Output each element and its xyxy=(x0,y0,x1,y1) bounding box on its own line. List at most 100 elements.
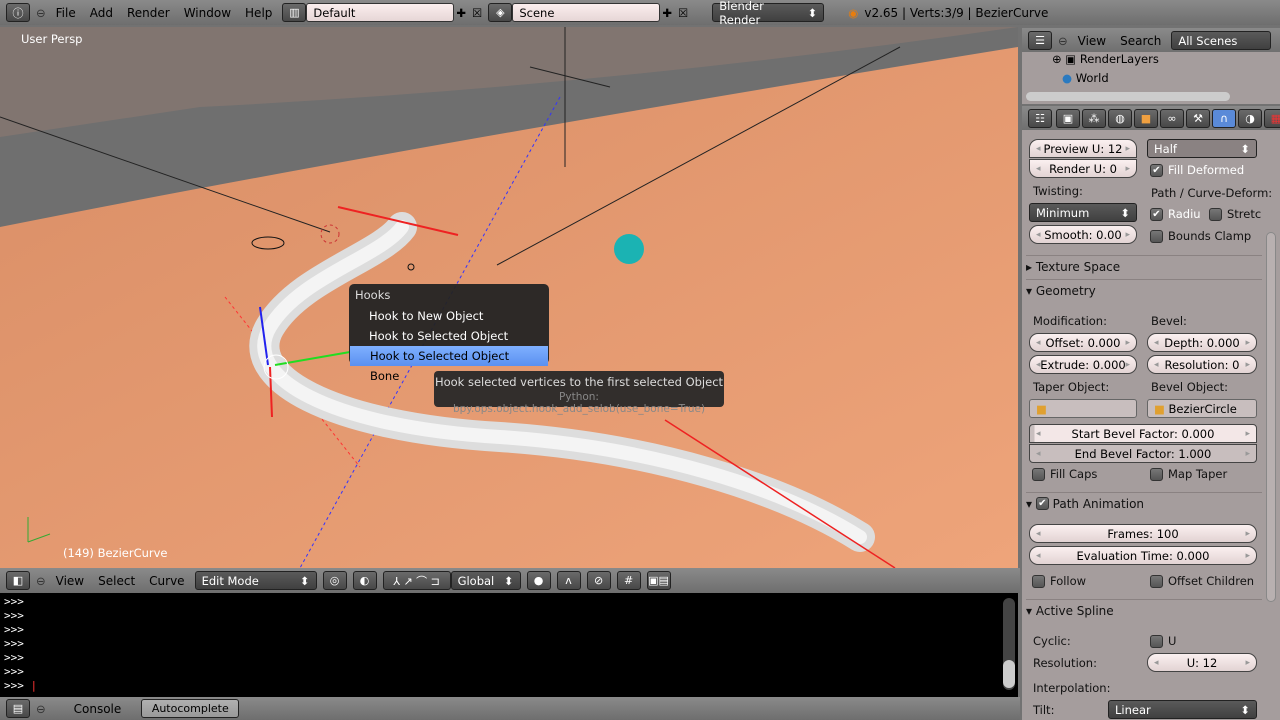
render-icons[interactable]: ▣▤ xyxy=(646,571,671,590)
follow-checkbox[interactable]: Follow xyxy=(1032,574,1086,588)
properties-scrollbar[interactable] xyxy=(1266,232,1276,602)
start-bevel-factor[interactable]: Start Bevel Factor: 0.000 xyxy=(1029,424,1257,443)
tab-material-icon[interactable]: ◑ xyxy=(1238,109,1262,128)
remove-layout-icon[interactable]: ☒ xyxy=(472,6,482,20)
offset-field[interactable]: Offset: 0.000 xyxy=(1029,333,1137,352)
outliner-item-renderlayers[interactable]: ⊕ ▣ RenderLayers xyxy=(1052,52,1159,66)
console-scrollbar[interactable] xyxy=(1003,598,1015,690)
console-tab[interactable]: Console xyxy=(70,702,126,716)
tab-object-icon[interactable]: ■ xyxy=(1134,109,1158,128)
outliner-menu-search[interactable]: Search xyxy=(1116,34,1165,48)
hook-to-selected-object-bone[interactable]: Hook to Selected Object Bone xyxy=(350,346,548,383)
tilt-label: Tilt: xyxy=(1033,703,1055,717)
active-spline-panel[interactable]: ▾ Active Spline xyxy=(1026,599,1262,621)
fill-deformed-checkbox[interactable]: ✔ Fill Deformed xyxy=(1150,163,1244,177)
menu-view[interactable]: View xyxy=(52,574,88,588)
hook-to-selected-object[interactable]: Hook to Selected Object xyxy=(349,326,549,346)
geometry-panel[interactable]: ▾ Geometry xyxy=(1026,279,1262,301)
editor-type-icon[interactable]: ◧ xyxy=(6,571,30,590)
mode-select[interactable]: Edit Mode ⬍ xyxy=(194,571,317,590)
menu-help[interactable]: Help xyxy=(241,6,276,20)
radius-checkbox[interactable]: ✔ Radiu xyxy=(1150,207,1201,221)
console-line: >>> xyxy=(4,665,24,678)
layout-field[interactable]: Default xyxy=(306,3,455,22)
manipulator-icons[interactable]: ⅄ ↗ ⌒ ⊐ xyxy=(382,571,451,590)
stretch-checkbox[interactable]: Stretc xyxy=(1209,207,1261,221)
tab-scene-icon[interactable]: ⁂ xyxy=(1082,109,1106,128)
shading-icon[interactable]: ◐ xyxy=(352,571,377,590)
info-editor-icon[interactable]: ⓘ xyxy=(6,3,30,22)
remove-scene-icon[interactable]: ☒ xyxy=(678,6,688,20)
sphere-object[interactable] xyxy=(614,234,644,264)
fill-select[interactable]: Half ⬍ xyxy=(1147,139,1257,158)
snap-element-icon[interactable]: # xyxy=(616,571,641,590)
tab-curve-data-icon[interactable]: ∩ xyxy=(1212,109,1236,128)
console-line: >>> xyxy=(4,595,24,608)
tooltip-python: Python: bpy.ops.object.hook_add_selob(us… xyxy=(452,391,706,415)
bevel-object-label: Bevel Object: xyxy=(1151,380,1229,394)
collapse-icon[interactable]: ⊖ xyxy=(36,574,46,588)
menu-select[interactable]: Select xyxy=(94,574,139,588)
scene-field[interactable]: Scene xyxy=(512,3,661,22)
cyclic-u-checkbox[interactable]: U xyxy=(1150,634,1176,648)
orientation-value: Global xyxy=(457,573,495,588)
tab-texture-icon[interactable]: ▦ xyxy=(1264,109,1280,128)
tab-constraints-icon[interactable]: ∞ xyxy=(1160,109,1184,128)
outliner-menu-view[interactable]: View xyxy=(1074,34,1110,48)
proportional-edit-icon[interactable]: ● xyxy=(526,571,551,590)
editor-type-icon[interactable]: ▤ xyxy=(6,699,30,718)
menu-window[interactable]: Window xyxy=(180,6,235,20)
bevel-resolution-field[interactable]: Resolution: 0 xyxy=(1147,355,1257,374)
outliner-editor-icon[interactable]: ☰ xyxy=(1028,31,1052,50)
tilt-select[interactable]: Linear ⬍ xyxy=(1108,700,1257,719)
autocomplete-button[interactable]: Autocomplete xyxy=(141,699,240,718)
outliner-item-world[interactable]: ● World xyxy=(1062,71,1109,85)
tab-render-icon[interactable]: ▣ xyxy=(1056,109,1080,128)
frames-field[interactable]: Frames: 100 xyxy=(1029,524,1257,543)
tab-world-icon[interactable]: ◍ xyxy=(1108,109,1132,128)
collapse-icon[interactable]: ⊖ xyxy=(1058,34,1068,48)
depth-field[interactable]: Depth: 0.000 xyxy=(1147,333,1257,352)
orientation-select[interactable]: Global ⬍ xyxy=(450,571,521,590)
menu-file[interactable]: File xyxy=(52,6,80,20)
outliner: ⊕ ▣ RenderLayers ● World xyxy=(1022,52,1280,104)
smooth-field[interactable]: Smooth: 0.00 xyxy=(1029,225,1137,244)
render-engine-value: Blender Render xyxy=(719,0,764,27)
hook-to-new-object[interactable]: Hook to New Object xyxy=(349,306,549,326)
collapse-icon[interactable]: ⊖ xyxy=(36,702,46,716)
screen-layout-icon[interactable]: ▥ xyxy=(282,3,307,22)
collapse-icon[interactable]: ⊖ xyxy=(36,6,46,20)
extrude-field[interactable]: Extrude: 0.000 xyxy=(1029,355,1137,374)
menu-render[interactable]: Render xyxy=(123,6,174,20)
evaluation-time-field[interactable]: Evaluation Time: 0.000 xyxy=(1029,546,1257,565)
scene-icon[interactable]: ◈ xyxy=(488,3,513,22)
python-console[interactable]: >>> >>> >>> >>> >>> >>> >>> | xyxy=(0,593,1018,697)
map-taper-checkbox[interactable]: Map Taper xyxy=(1150,467,1227,481)
tab-modifiers-icon[interactable]: ⚒ xyxy=(1186,109,1210,128)
menu-add[interactable]: Add xyxy=(86,6,117,20)
spline-resolution-u-field[interactable]: U: 12 xyxy=(1147,653,1257,672)
preview-u-field[interactable]: Preview U: 12 xyxy=(1029,139,1137,158)
render-u-field[interactable]: Render U: 0 xyxy=(1029,159,1137,178)
outliner-filter-select[interactable]: All Scenes xyxy=(1171,31,1272,50)
info-stats: v2.65 | Verts:3/9 | BezierCurve xyxy=(864,5,1049,20)
snap-icon[interactable]: ⊘ xyxy=(586,571,611,590)
path-animation-panel[interactable]: ▾ ✔ Path Animation xyxy=(1026,492,1262,514)
fill-caps-checkbox[interactable]: Fill Caps xyxy=(1032,467,1097,481)
pivot-icon[interactable]: ◎ xyxy=(322,571,347,590)
taper-object-field[interactable]: ■ xyxy=(1029,399,1137,418)
falloff-icon[interactable]: ʌ xyxy=(556,571,581,590)
texture-space-panel[interactable]: ▸ Texture Space xyxy=(1026,255,1262,277)
end-bevel-factor[interactable]: End Bevel Factor: 1.000 xyxy=(1029,444,1257,463)
bounds-clamp-checkbox[interactable]: Bounds Clamp xyxy=(1150,229,1251,243)
bevel-object-field[interactable]: ■ BezierCircle xyxy=(1147,399,1257,418)
add-scene-icon[interactable]: ✚ xyxy=(662,6,672,20)
outliner-hscrollbar[interactable] xyxy=(1026,92,1230,101)
offset-children-checkbox[interactable]: Offset Children xyxy=(1150,574,1254,588)
properties-editor-icon[interactable]: ☷ xyxy=(1028,109,1052,128)
add-layout-icon[interactable]: ✚ xyxy=(456,6,466,20)
menu-curve[interactable]: Curve xyxy=(145,574,188,588)
render-engine-select[interactable]: Blender Render ⬍ xyxy=(712,0,825,27)
twisting-select[interactable]: Minimum ⬍ xyxy=(1029,203,1137,222)
console-prompt[interactable]: >>> | xyxy=(4,679,1014,693)
